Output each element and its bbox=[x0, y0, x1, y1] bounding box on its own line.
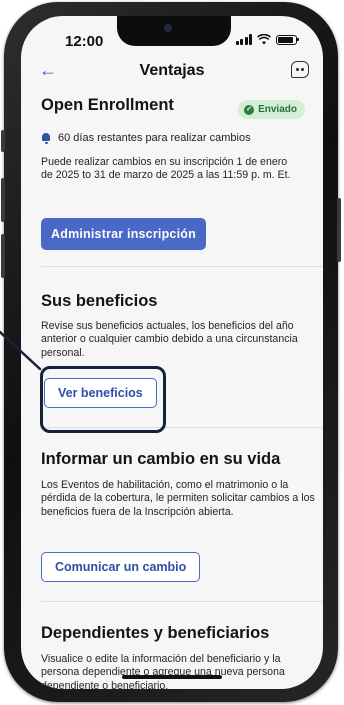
days-notice: 60 días restantes para realizar cambios bbox=[41, 132, 251, 144]
status-badge: ✓ Enviado bbox=[238, 100, 305, 119]
life-change-title: Informar un cambio en su vida bbox=[41, 450, 281, 468]
enrollment-section: Open Enrollment ✓ Enviado bbox=[41, 96, 317, 119]
power-button bbox=[337, 198, 341, 262]
status-time: 12:00 bbox=[65, 33, 104, 50]
report-change-button[interactable]: Comunicar un cambio bbox=[41, 552, 201, 582]
days-notice-text: 60 días restantes para realizar cambios bbox=[58, 132, 251, 144]
status-badge-label: Enviado bbox=[258, 104, 297, 115]
page-title: Ventajas bbox=[139, 62, 205, 79]
view-benefits-highlight bbox=[40, 366, 166, 433]
volume-down-button bbox=[1, 234, 5, 278]
app-screen: 12:00 ← Ventajas Open Enrollment ✓ Envia… bbox=[21, 16, 323, 689]
status-icons bbox=[235, 34, 299, 45]
callout-pointer-line bbox=[0, 330, 42, 371]
bell-icon bbox=[41, 132, 51, 144]
battery-icon bbox=[276, 34, 299, 45]
benefits-description: Revise sus beneficios actuales, los bene… bbox=[41, 320, 298, 359]
dependents-title: Dependientes y beneficiarios bbox=[41, 624, 270, 642]
dependents-description: Visualice o edite la información del ben… bbox=[41, 653, 285, 689]
benefits-title: Sus beneficios bbox=[41, 292, 158, 310]
manage-enrollment-button[interactable]: Administrar inscripción bbox=[41, 218, 206, 250]
divider bbox=[41, 266, 323, 267]
signal-icon bbox=[235, 34, 252, 45]
wifi-icon bbox=[257, 34, 271, 45]
check-circle-icon: ✓ bbox=[244, 104, 255, 115]
home-indicator bbox=[122, 675, 222, 679]
nav-bar: ← Ventajas bbox=[21, 58, 323, 90]
notch bbox=[117, 16, 231, 46]
chat-bot-icon[interactable] bbox=[291, 61, 309, 78]
mute-switch bbox=[1, 130, 5, 152]
phone-frame: 12:00 ← Ventajas Open Enrollment ✓ Envia… bbox=[1, 2, 341, 702]
camera-icon bbox=[164, 24, 172, 32]
life-change-description: Los Eventos de habilitación, como el mat… bbox=[41, 479, 315, 518]
divider bbox=[41, 601, 323, 602]
volume-up-button bbox=[1, 178, 5, 222]
enrollment-description: Puede realizar cambios en su inscripción… bbox=[41, 156, 291, 182]
